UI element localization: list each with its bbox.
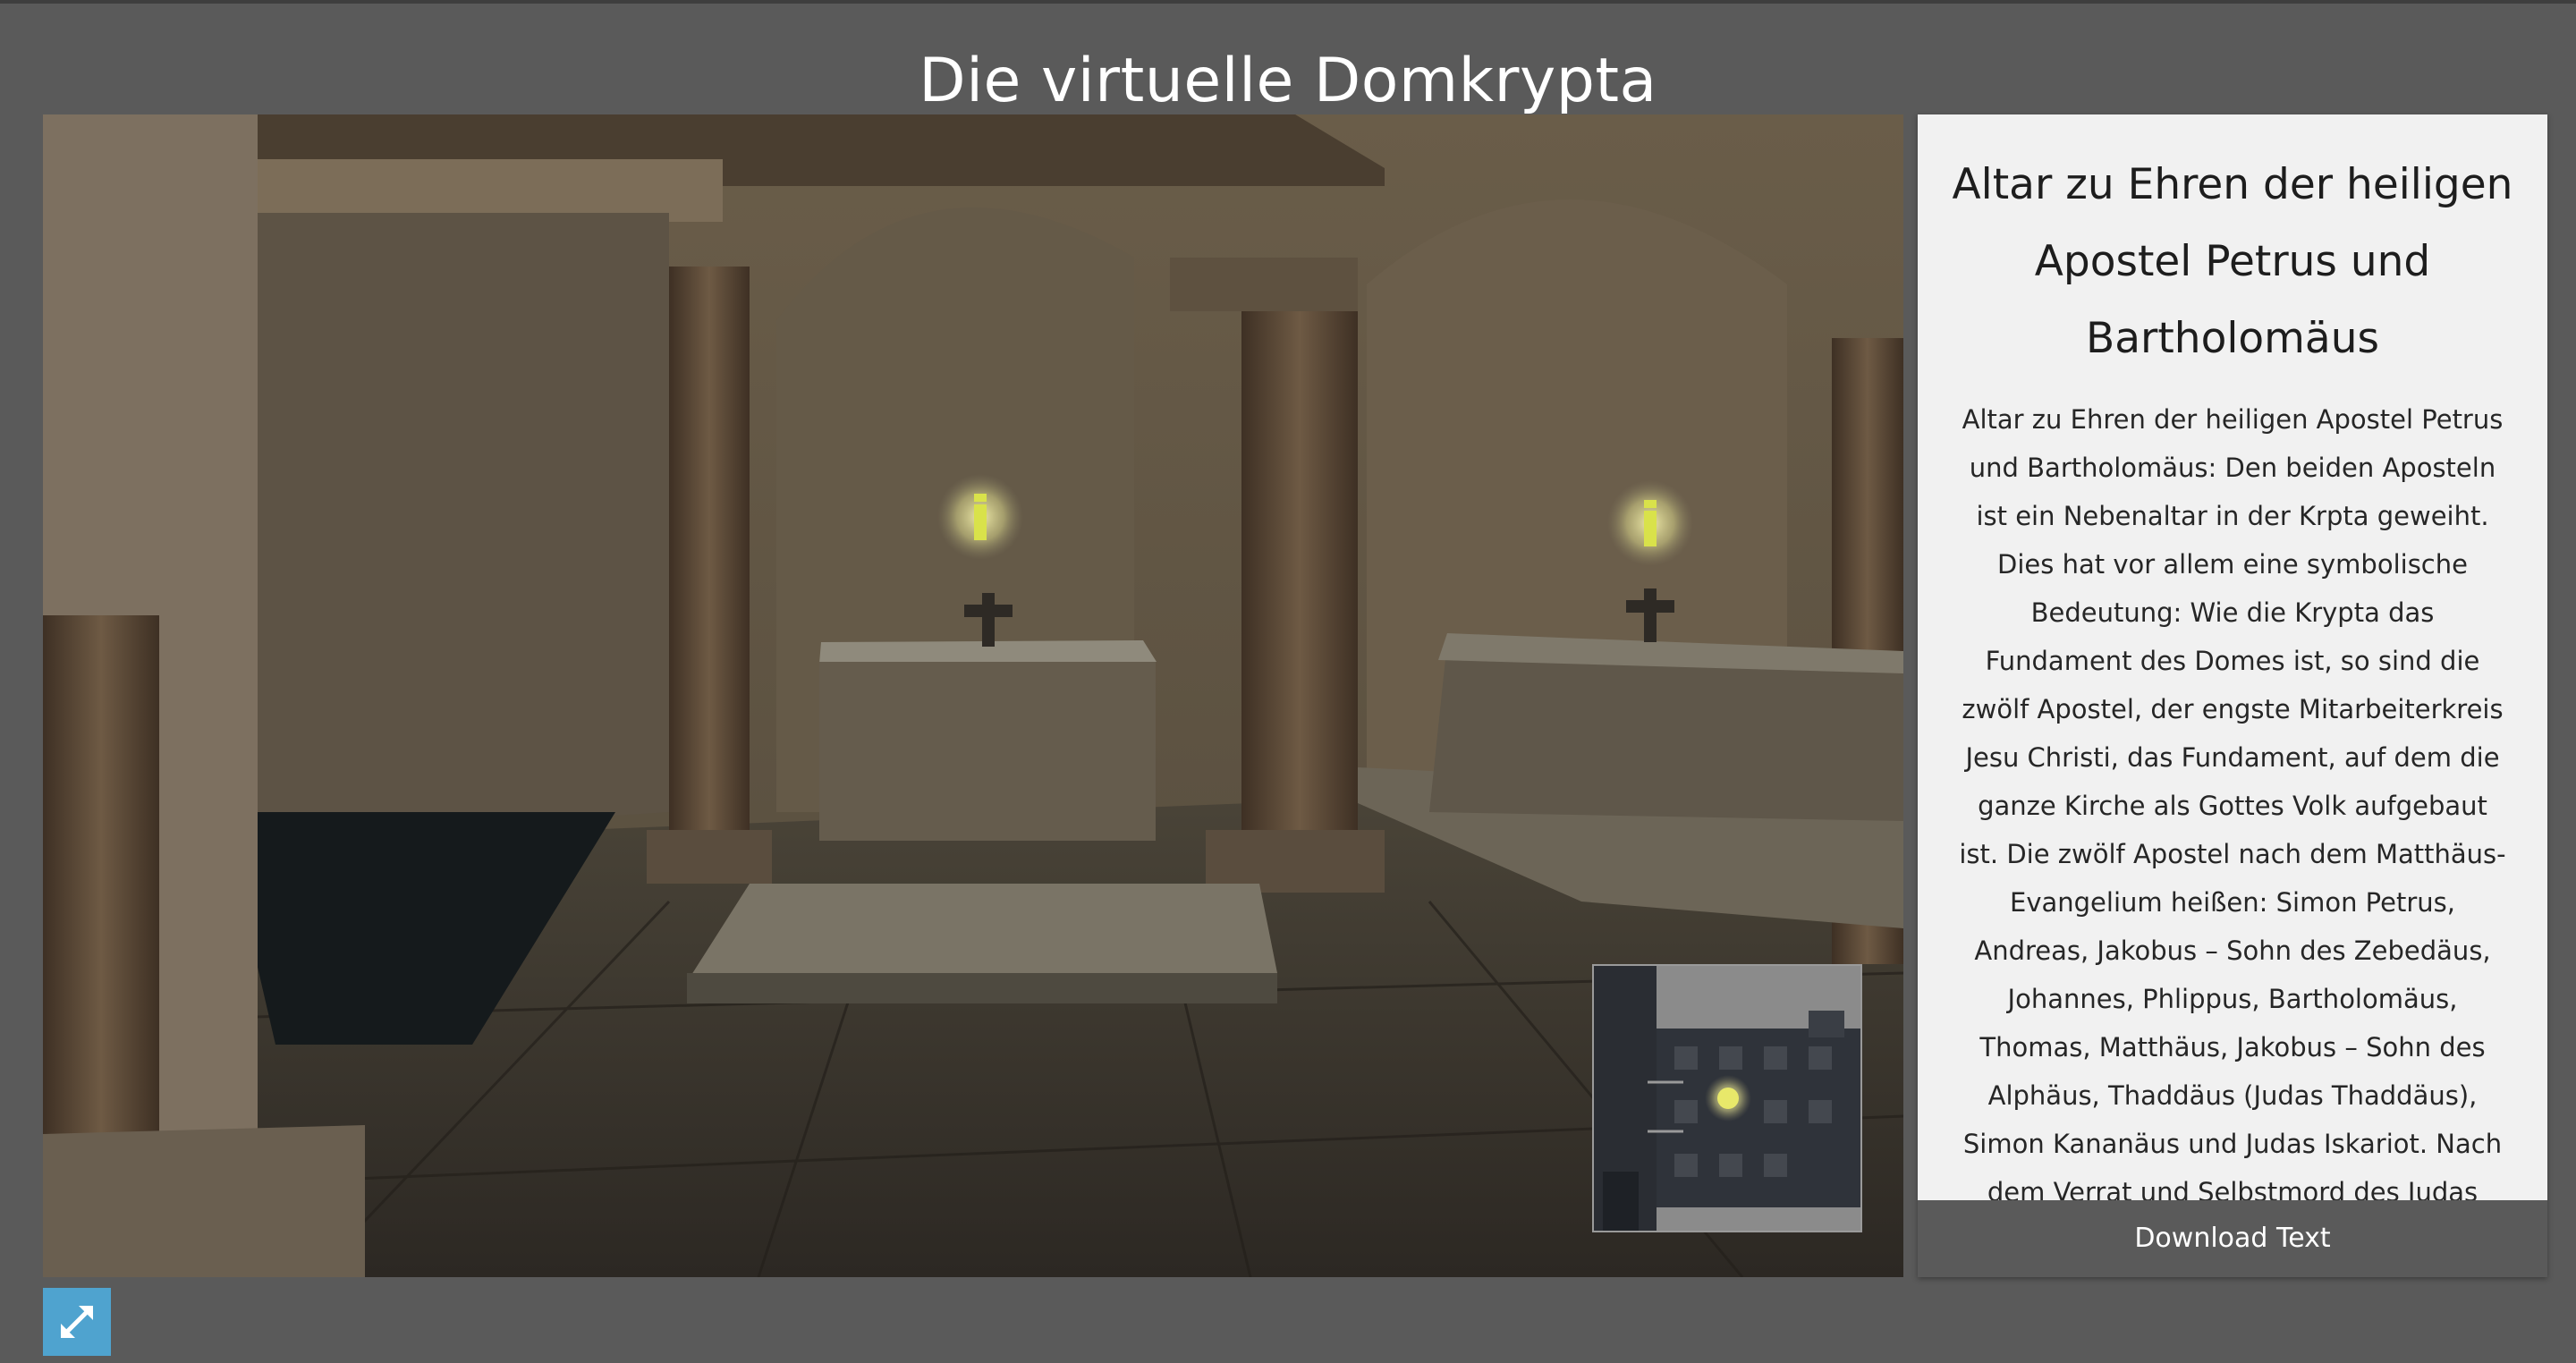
fullscreen-button[interactable] bbox=[43, 1288, 111, 1356]
info-panel: Altar zu Ehren der heiligen Apostel Petr… bbox=[1918, 114, 2547, 1277]
info-hotspot-side-altar[interactable] bbox=[1607, 480, 1693, 566]
info-panel-text: Altar zu Ehren der heiligen Apostel Petr… bbox=[1959, 404, 2506, 1200]
minimap-position-marker bbox=[1717, 1088, 1739, 1109]
3d-viewer[interactable] bbox=[43, 114, 1903, 1277]
minimap-plan bbox=[1594, 966, 1860, 1231]
download-text-button[interactable]: Download Text bbox=[1918, 1200, 2547, 1277]
page-title: Die virtuelle Domkrypta bbox=[919, 45, 1657, 116]
info-hotspot-central-altar[interactable] bbox=[937, 474, 1023, 560]
top-border bbox=[0, 0, 2576, 4]
info-panel-title: Altar zu Ehren der heiligen Apostel Petr… bbox=[1952, 160, 2513, 363]
expand-icon bbox=[61, 1306, 93, 1338]
info-panel-scroll-area[interactable]: Altar zu Ehren der heiligen Apostel Petr… bbox=[1918, 114, 2547, 1200]
minimap[interactable] bbox=[1592, 964, 1862, 1232]
